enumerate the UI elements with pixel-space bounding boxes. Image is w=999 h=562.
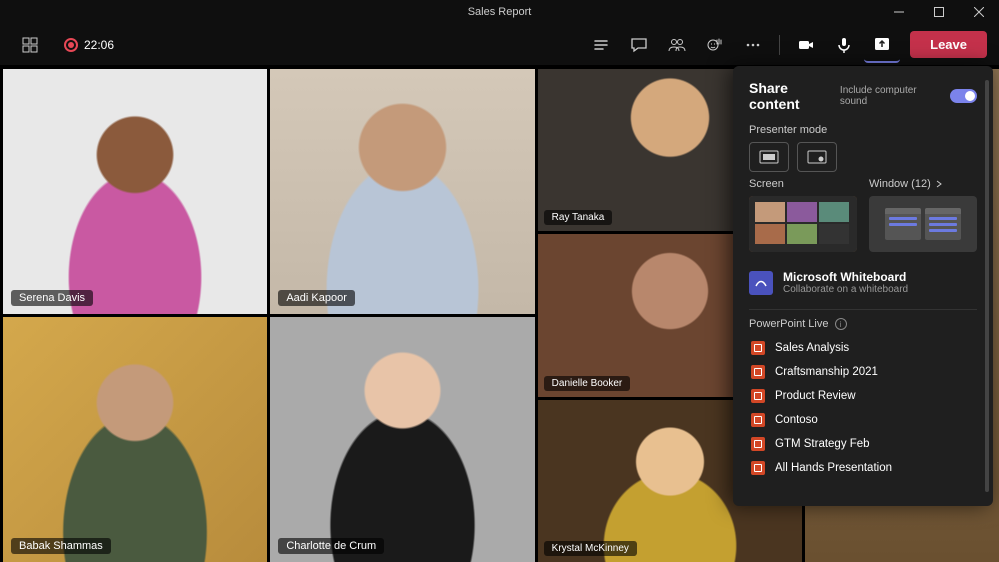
video-tile[interactable]: Serena Davis xyxy=(3,69,267,314)
whiteboard-option[interactable]: Microsoft Whiteboard Collaborate on a wh… xyxy=(749,266,977,299)
chat-button[interactable] xyxy=(583,27,619,63)
screen-section-label: Screen xyxy=(749,178,857,190)
close-button[interactable] xyxy=(959,0,999,24)
standout-icon xyxy=(807,150,827,164)
participant-name: Serena Davis xyxy=(11,290,93,306)
meeting-toolbar: 22:06 Leave xyxy=(0,24,999,66)
share-panel-title: Share content xyxy=(749,80,840,112)
share-button[interactable] xyxy=(864,27,900,63)
ppt-file-item[interactable]: Craftsmanship 2021 xyxy=(749,360,977,384)
duration-label: 22:06 xyxy=(84,38,114,52)
ppt-file-name: Craftsmanship 2021 xyxy=(775,366,878,378)
powerpoint-icon xyxy=(751,413,765,427)
video-feed xyxy=(3,317,267,562)
share-screen-thumbnail[interactable] xyxy=(749,196,857,252)
video-tile[interactable]: Aadi Kapoor xyxy=(270,69,534,314)
grid-icon xyxy=(22,37,38,53)
include-sound-label: Include computer sound xyxy=(840,85,944,107)
leave-button[interactable]: Leave xyxy=(910,31,987,58)
ellipsis-icon xyxy=(744,36,762,54)
mic-icon xyxy=(835,36,853,54)
titlebar: Sales Report xyxy=(0,0,999,24)
ppt-file-name: GTM Strategy Feb xyxy=(775,438,870,450)
powerpoint-live-label: PowerPoint Live xyxy=(749,318,829,330)
chat-lines-icon xyxy=(592,36,610,54)
video-tile[interactable]: Babak Shammas xyxy=(3,317,267,562)
people-button[interactable] xyxy=(659,27,695,63)
ppt-file-item[interactable]: All Hands Presentation xyxy=(749,456,977,480)
window-mock-icon xyxy=(885,208,921,240)
reactions-button[interactable] xyxy=(697,27,733,63)
window-section-label: Window (12) xyxy=(869,178,931,190)
maximize-button[interactable] xyxy=(919,0,959,24)
participant-name: Krystal McKinney xyxy=(544,541,637,556)
presenter-mode-label: Presenter mode xyxy=(749,124,977,136)
video-feed xyxy=(270,69,534,314)
powerpoint-icon xyxy=(751,461,765,475)
people-icon xyxy=(668,36,686,54)
conversation-button[interactable] xyxy=(621,27,657,63)
more-button[interactable] xyxy=(735,27,771,63)
camera-icon xyxy=(797,36,815,54)
window-title: Sales Report xyxy=(468,6,532,18)
ppt-file-name: Sales Analysis xyxy=(775,342,849,354)
participant-name: Danielle Booker xyxy=(544,376,631,391)
presenter-mode-standout[interactable] xyxy=(797,142,837,172)
video-feed xyxy=(270,317,534,562)
participant-name: Charlotte de Crum xyxy=(278,538,384,554)
speech-bubble-icon xyxy=(630,36,648,54)
ppt-file-item[interactable]: Contoso xyxy=(749,408,977,432)
record-icon xyxy=(64,38,78,52)
video-tile[interactable]: Charlotte de Crum xyxy=(270,317,534,562)
participant-name: Ray Tanaka xyxy=(544,210,613,225)
whiteboard-icon xyxy=(749,271,773,295)
ppt-file-name: All Hands Presentation xyxy=(775,462,892,474)
layout-grid-button[interactable] xyxy=(12,27,48,63)
share-content-panel: Share content Include computer sound Pre… xyxy=(733,66,993,506)
share-tray-icon xyxy=(873,35,891,53)
camera-button[interactable] xyxy=(788,27,824,63)
presenter-mode-content-only[interactable] xyxy=(749,142,789,172)
scrollbar[interactable] xyxy=(985,80,989,492)
whiteboard-title: Microsoft Whiteboard xyxy=(783,270,908,284)
powerpoint-icon xyxy=(751,437,765,451)
window-mock-icon xyxy=(925,208,961,240)
powerpoint-icon xyxy=(751,365,765,379)
ppt-file-item[interactable]: Sales Analysis xyxy=(749,336,977,360)
emoji-hand-icon xyxy=(706,36,724,54)
ppt-file-item[interactable]: GTM Strategy Feb xyxy=(749,432,977,456)
chevron-right-icon xyxy=(935,180,943,188)
participant-name: Babak Shammas xyxy=(11,538,111,554)
powerpoint-icon xyxy=(751,389,765,403)
minimize-button[interactable] xyxy=(879,0,919,24)
ppt-file-item[interactable]: Product Review xyxy=(749,384,977,408)
info-icon[interactable]: i xyxy=(835,318,847,330)
whiteboard-subtitle: Collaborate on a whiteboard xyxy=(783,284,908,295)
participant-name: Aadi Kapoor xyxy=(278,290,355,306)
video-feed xyxy=(3,69,267,314)
ppt-file-name: Contoso xyxy=(775,414,818,426)
window-controls xyxy=(879,0,999,24)
mic-button[interactable] xyxy=(826,27,862,63)
recording-timer: 22:06 xyxy=(64,38,114,52)
content-only-icon xyxy=(759,150,779,164)
ppt-file-name: Product Review xyxy=(775,390,856,402)
share-window-thumbnail[interactable] xyxy=(869,196,977,252)
powerpoint-icon xyxy=(751,341,765,355)
include-sound-toggle[interactable] xyxy=(950,89,977,103)
divider xyxy=(779,35,780,55)
